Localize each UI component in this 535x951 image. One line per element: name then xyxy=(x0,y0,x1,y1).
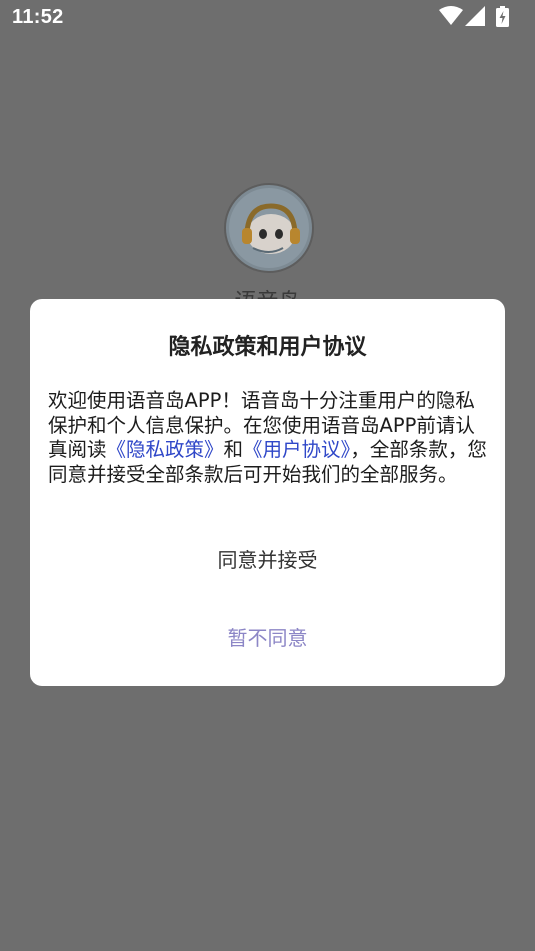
status-time: 11:52 xyxy=(12,6,64,28)
status-bar: 11:52 xyxy=(0,0,535,36)
screen: 11:52 语音岛 隐私政策和用户协议 欢迎使用语音岛APP！语音 xyxy=(0,0,535,951)
battery-charging-icon xyxy=(496,6,509,27)
app-logo-icon xyxy=(224,183,314,273)
dialog-title: 隐私政策和用户协议 xyxy=(168,335,367,360)
accept-button[interactable]: 同意并接受 xyxy=(30,544,505,573)
dialog-body: 欢迎使用语音岛APP！语音岛十分注重用户的隐私保护和个人信息保护。在您使用语音岛… xyxy=(48,389,488,487)
user-agreement-link[interactable]: 《用户协议》 xyxy=(243,438,350,461)
decline-button[interactable]: 暂不同意 xyxy=(30,622,505,651)
privacy-dialog: 隐私政策和用户协议 欢迎使用语音岛APP！语音岛十分注重用户的隐私保护和个人信息… xyxy=(30,299,505,686)
privacy-policy-link[interactable]: 《隐私政策》 xyxy=(107,438,224,461)
cell-signal-icon xyxy=(465,6,485,26)
dialog-body-conjunction: 和 xyxy=(223,438,244,461)
wifi-icon xyxy=(439,6,463,25)
